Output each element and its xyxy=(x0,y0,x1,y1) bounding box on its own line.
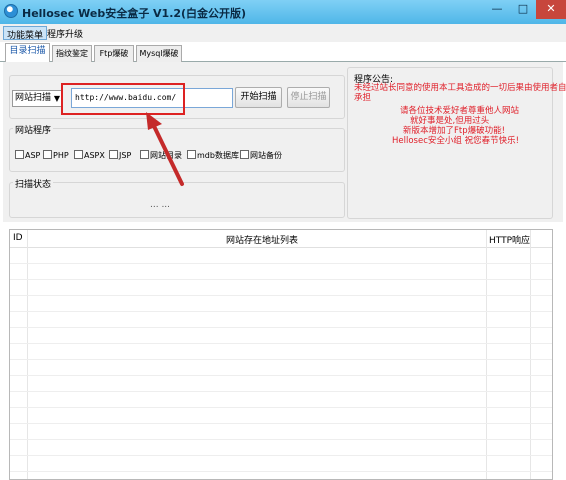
chevron-down-icon: ▼ xyxy=(53,94,60,103)
stop-scan-button[interactable]: 停止扫描 xyxy=(287,87,330,108)
checkbox-label: 网站备份 xyxy=(250,151,282,160)
column-divider xyxy=(486,230,487,479)
menu-functions[interactable]: 功能菜单 xyxy=(3,26,48,41)
tab-mysql-brute[interactable]: Mysql爆破 xyxy=(136,45,182,62)
table-row xyxy=(10,407,552,408)
scan-status-text: ... ... xyxy=(150,200,171,210)
table-row xyxy=(10,359,552,360)
tab-directory-scan[interactable]: 目录扫描 xyxy=(5,43,50,63)
notice-line: Hellosec安全小组 祝您春节快乐! xyxy=(392,136,519,146)
checkbox-box xyxy=(43,150,52,159)
maximize-button[interactable]: □ xyxy=(510,0,536,19)
menu-bar: 功能菜单 程序升级 xyxy=(0,24,566,42)
table-row xyxy=(10,279,552,280)
menu-update[interactable]: 程序升级 xyxy=(44,26,86,40)
scan-mode-select[interactable]: 网站扫描 ▼ xyxy=(12,90,63,107)
notice-line: 承担 xyxy=(354,93,372,103)
checkbox-box xyxy=(240,150,249,159)
checkbox-label: mdb数据库 xyxy=(197,151,239,160)
checkbox-mdb-database[interactable]: mdb数据库 xyxy=(187,150,239,161)
table-row xyxy=(10,343,552,344)
checkbox-label: PHP xyxy=(53,151,69,160)
checkbox-php[interactable]: PHP xyxy=(43,150,69,160)
column-divider xyxy=(530,230,531,479)
results-table[interactable]: ID 网站存在地址列表 HTTP响应 xyxy=(9,229,553,480)
scan-mode-value: 网站扫描 xyxy=(15,93,52,103)
tab-ftp-brute[interactable]: Ftp爆破 xyxy=(94,45,134,62)
table-row xyxy=(10,423,552,424)
start-scan-button[interactable]: 开始扫描 xyxy=(235,87,282,108)
minimize-button[interactable]: — xyxy=(484,0,510,19)
table-row xyxy=(10,311,552,312)
column-id: ID xyxy=(13,233,23,243)
checkbox-box xyxy=(109,150,118,159)
status-group-title: 扫描状态 xyxy=(13,177,54,190)
notice-line: 未经过站长同意的使用本工具造成的一切后果由使用者自行 xyxy=(354,83,566,93)
checkbox-box xyxy=(15,150,24,159)
checkbox-label: JSP xyxy=(119,151,132,160)
table-header: ID 网站存在地址列表 HTTP响应 xyxy=(10,230,552,248)
table-row xyxy=(10,295,552,296)
checkbox-jsp[interactable]: JSP xyxy=(109,150,131,160)
column-divider xyxy=(27,230,28,479)
table-row xyxy=(10,471,552,472)
checkbox-web-backup[interactable]: 网站备份 xyxy=(240,150,282,161)
notice-line: 新版本增加了Ftp爆破功能! xyxy=(403,126,506,136)
column-address-list: 网站存在地址列表 xyxy=(226,236,299,246)
table-row xyxy=(10,375,552,376)
annotation-arrow-icon xyxy=(146,112,184,186)
checkbox-aspx[interactable]: ASPX xyxy=(74,150,105,160)
title-bar: Hellosec Web安全盒子 V1.2(白金公开版) — □ ✕ xyxy=(0,0,566,24)
table-row xyxy=(10,327,552,328)
column-http-response: HTTP响应 xyxy=(489,236,531,246)
app-logo-icon xyxy=(4,4,18,18)
checkbox-label: ASP xyxy=(25,151,41,160)
window-title: Hellosec Web安全盒子 V1.2(白金公开版) xyxy=(22,7,247,20)
table-row xyxy=(10,455,552,456)
checkbox-label: ASPX xyxy=(84,151,105,160)
notice-line: 请各位技术爱好者尊重他人网站 xyxy=(400,106,520,116)
table-row xyxy=(10,439,552,440)
program-group-title: 网站程序 xyxy=(13,123,54,136)
notice-line: 就好事是处,但用过头 xyxy=(410,116,490,126)
tab-fingerprint[interactable]: 指纹鉴定 xyxy=(52,45,92,62)
close-button[interactable]: ✕ xyxy=(536,0,566,19)
table-row xyxy=(10,263,552,264)
checkbox-asp[interactable]: ASP xyxy=(15,150,40,160)
checkbox-box xyxy=(74,150,83,159)
tab-bar: 目录扫描 指纹鉴定 Ftp爆破 Mysql爆破 xyxy=(0,42,566,63)
table-row xyxy=(10,391,552,392)
